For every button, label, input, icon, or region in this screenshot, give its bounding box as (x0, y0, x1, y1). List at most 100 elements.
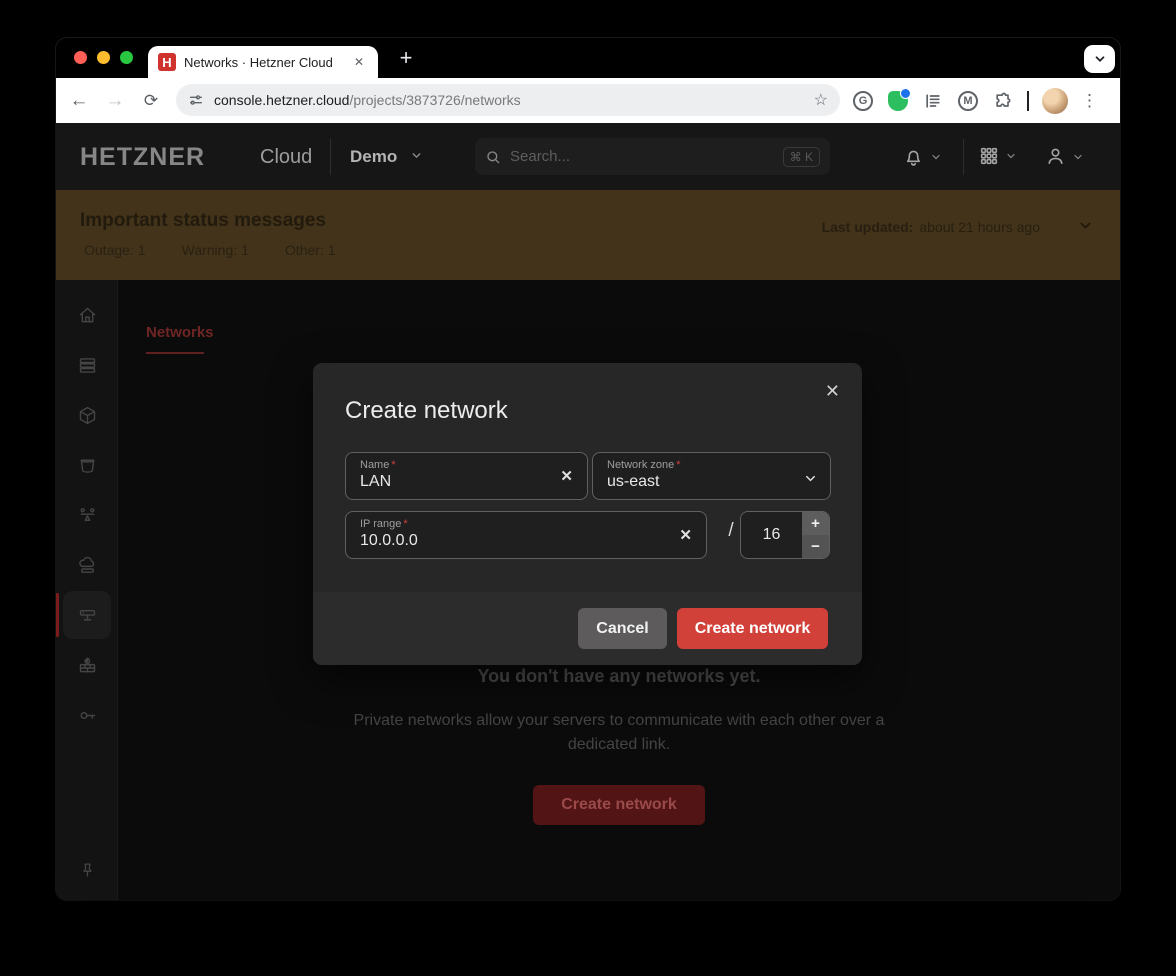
network-icon (77, 605, 98, 626)
browser-toolbar: ← → ⟳ console.hetzner.cloud/projects/387… (56, 78, 1120, 123)
sidebar-item-networks[interactable] (67, 595, 107, 635)
hetzner-header: HETZNER Cloud Demo ⌘ K (56, 123, 1120, 190)
sidebar-item-load-balancers[interactable] (67, 495, 107, 535)
zone-selected-value: us-east (607, 473, 816, 491)
bell-icon (902, 145, 925, 168)
mail-extension-icon[interactable]: M (957, 90, 979, 112)
modal-title: Create network (345, 397, 508, 425)
required-asterisk: * (403, 518, 407, 530)
clear-ip-icon[interactable]: ✕ (679, 526, 692, 544)
sidebar-item-home[interactable] (67, 295, 107, 335)
extensions-puzzle-icon[interactable] (992, 90, 1014, 112)
grammarly-extension-icon[interactable]: G (852, 90, 874, 112)
search-input[interactable] (510, 148, 783, 165)
sidebar-pin-button[interactable] (67, 850, 107, 890)
product-name: Cloud (260, 146, 312, 169)
increment-button[interactable]: + (802, 512, 829, 535)
chevron-down-icon (1093, 52, 1107, 66)
sidebar-item-security[interactable] (67, 695, 107, 735)
prefix-stepper[interactable]: + − (740, 511, 830, 559)
hetzner-logo[interactable]: HETZNER (80, 143, 205, 172)
stepper-buttons: + − (802, 512, 829, 558)
user-menu[interactable] (1044, 145, 1084, 168)
tab-close-icon[interactable]: ✕ (350, 53, 368, 71)
name-field[interactable]: Name* ✕ (345, 452, 588, 500)
url-path: /projects/3873726/networks (349, 92, 520, 108)
sidebar-item-object-storage[interactable] (67, 445, 107, 485)
tab-search-button[interactable] (1084, 45, 1115, 73)
name-field-label: Name* (360, 459, 573, 471)
avatar[interactable] (1042, 88, 1068, 114)
empty-state: You don't have any networks yet. Private… (118, 666, 1120, 825)
header-divider (963, 139, 964, 175)
zoom-window-button[interactable] (120, 51, 133, 64)
network-zone-select[interactable]: Network zone* us-east (592, 452, 831, 500)
modal-create-network-button[interactable]: Create network (677, 608, 828, 649)
stat-warning: Warning:1 (178, 242, 249, 258)
cube-icon (77, 405, 98, 426)
new-tab-button[interactable]: + (392, 44, 420, 72)
cancel-button[interactable]: Cancel (578, 608, 667, 649)
chevron-down-icon (803, 471, 818, 486)
sidebar-item-floating-ips[interactable] (67, 545, 107, 585)
sidebar-item-volumes[interactable] (67, 395, 107, 435)
tab-title: Networks · Hetzner Cloud (184, 55, 342, 70)
name-input[interactable] (360, 473, 573, 491)
address-bar[interactable]: console.hetzner.cloud/projects/3873726/n… (176, 84, 840, 116)
prefix-input[interactable] (741, 512, 802, 558)
ip-field-label: IP range* (360, 518, 692, 530)
search-icon (485, 149, 501, 165)
banner-expand-icon[interactable] (1077, 217, 1094, 234)
browser-menu-icon[interactable]: ⋮ (1081, 91, 1098, 111)
sidebar-item-firewalls[interactable] (67, 645, 107, 685)
key-icon (77, 705, 98, 726)
ip-range-field[interactable]: IP range* ✕ (345, 511, 707, 559)
chevron-down-icon (930, 151, 942, 163)
forward-button[interactable]: → (100, 90, 130, 112)
apps-menu[interactable] (978, 145, 1017, 167)
firewall-icon (77, 655, 98, 676)
toolbar-separator (1027, 91, 1029, 111)
evernote-extension-icon[interactable] (887, 90, 909, 112)
clear-name-icon[interactable]: ✕ (560, 467, 573, 485)
window-controls (74, 51, 133, 64)
tab-strip: H Networks · Hetzner Cloud ✕ + (56, 38, 1120, 78)
chevron-down-icon (1005, 150, 1017, 162)
create-network-modal: ✕ Create network Name* ✕ Network zone* u… (313, 363, 862, 665)
load-balancer-icon (77, 505, 98, 526)
reload-button[interactable]: ⟳ (136, 91, 166, 111)
modal-close-icon[interactable]: ✕ (821, 377, 844, 406)
search-bar[interactable]: ⌘ K (475, 138, 830, 175)
project-selector[interactable]: Demo (350, 147, 423, 167)
close-window-button[interactable] (74, 51, 87, 64)
tab-networks[interactable]: Networks (146, 324, 214, 341)
decrement-button[interactable]: − (802, 535, 829, 558)
create-network-button[interactable]: Create network (533, 785, 705, 825)
status-banner-stats: Outage:1 Warning:1 Other:1 (80, 242, 336, 258)
ip-range-input[interactable] (360, 532, 692, 550)
cloud-icon (77, 555, 98, 576)
browser-window: H Networks · Hetzner Cloud ✕ + ← → ⟳ con… (56, 38, 1120, 900)
keyboard-shortcut-badge: ⌘ K (783, 147, 820, 167)
extensions-row: G M ⋮ (852, 78, 1098, 123)
sidebar-active-indicator (56, 593, 59, 637)
bookmark-star-icon[interactable]: ☆ (814, 90, 828, 110)
back-button[interactable]: ← (64, 90, 94, 112)
servers-icon (77, 355, 98, 376)
stat-outage: Outage:1 (80, 242, 146, 258)
sidebar (56, 280, 118, 900)
project-name: Demo (350, 147, 397, 166)
site-settings-icon[interactable] (188, 92, 204, 108)
required-asterisk: * (391, 459, 395, 471)
list-extension-icon[interactable] (922, 90, 944, 112)
empty-state-title: You don't have any networks yet. (118, 666, 1120, 687)
pin-icon (78, 861, 97, 880)
browser-tab[interactable]: H Networks · Hetzner Cloud ✕ (148, 46, 378, 78)
zone-field-label: Network zone* (607, 459, 816, 471)
status-banner: Important status messages Outage:1 Warni… (56, 190, 1120, 280)
notifications-menu[interactable] (902, 145, 942, 168)
status-banner-title: Important status messages (80, 210, 326, 232)
header-divider (330, 139, 331, 175)
sidebar-item-servers[interactable] (67, 345, 107, 385)
minimize-window-button[interactable] (97, 51, 110, 64)
